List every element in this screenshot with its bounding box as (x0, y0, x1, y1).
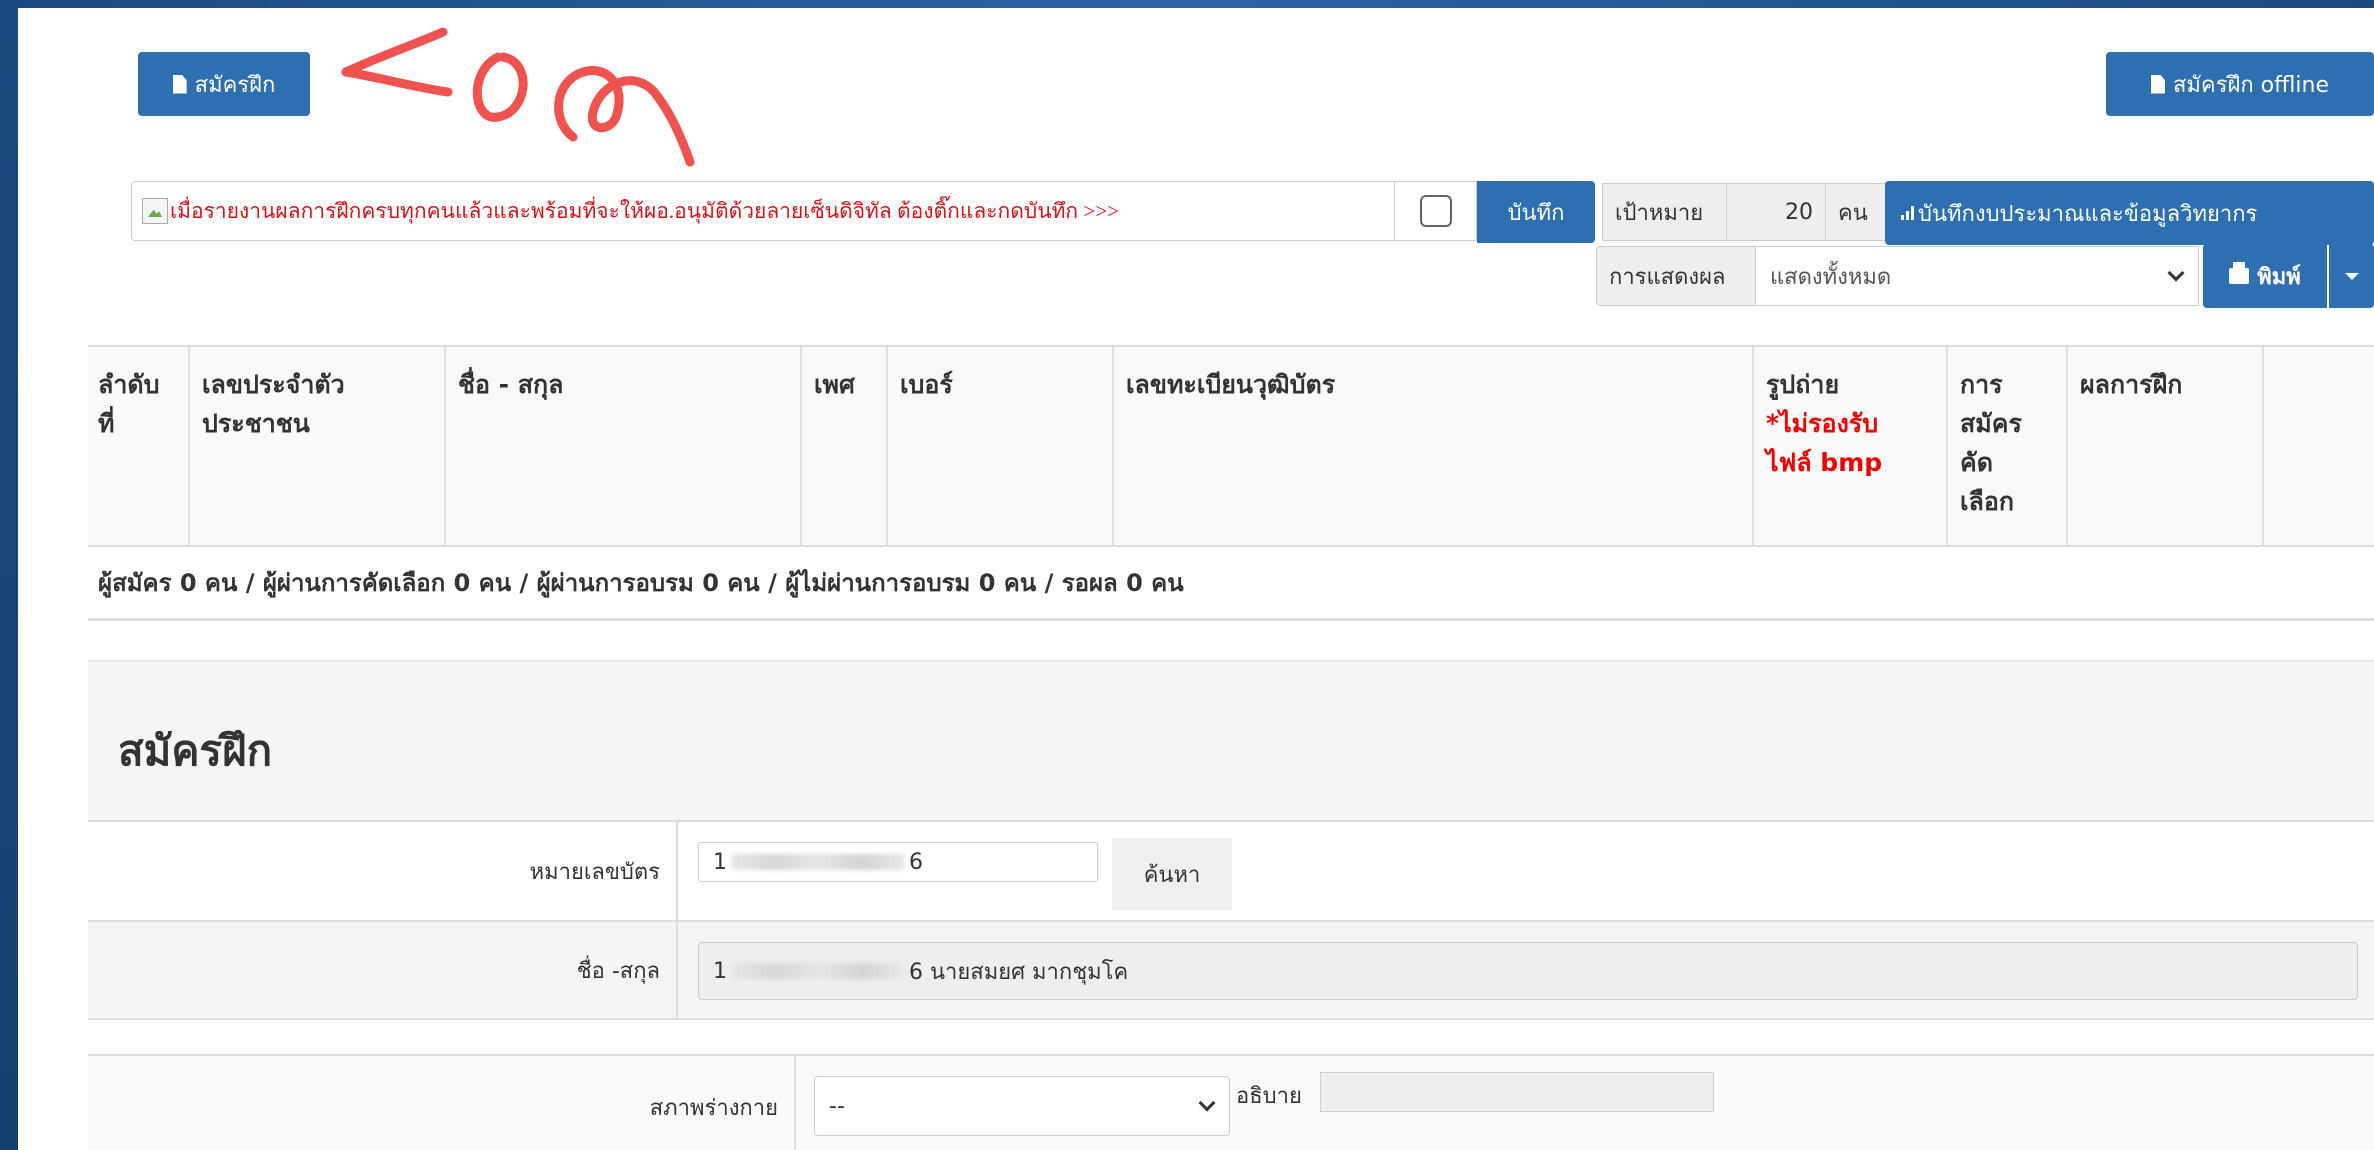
target-value-field[interactable]: 20 (1726, 183, 1826, 241)
main-page: สมัครฝึก สมัครฝึก offline เมื่อรายงานผลก… (18, 8, 2374, 1150)
register-button-label: สมัครฝึก (194, 72, 276, 98)
full-name-value: 6 นายสมยศ มากชุมโค (909, 959, 1129, 985)
register-button[interactable]: สมัครฝึก (138, 52, 310, 116)
search-button[interactable]: ค้นหา (1112, 838, 1232, 910)
approval-confirm-text-box: เมื่อรายงานผลการฝึกครบทุกคนแล้วและพร้อมท… (131, 181, 1395, 241)
display-select[interactable]: แสดงทั้งหมด (1755, 246, 2199, 306)
print-dropdown-toggle[interactable] (2329, 244, 2374, 308)
column-name: ชื่อ - สกุล (444, 347, 800, 545)
approval-checkbox-wrapper (1395, 181, 1477, 241)
column-gender: เพศ (800, 347, 886, 545)
column-phone: เบอร์ (886, 347, 1112, 545)
column-photo-note: *ไม่รองรับ ไฟล์ bmp (1766, 409, 1883, 477)
column-selection-label: การ สมัคร คัด เลือก (1960, 370, 2022, 516)
target-value: 20 (1785, 199, 1813, 225)
column-certificate: เลขทะเบียนวุฒิบัตร (1112, 347, 1752, 545)
full-name-label: ชื่อ -สกุล (88, 922, 678, 1018)
column-selection: การ สมัคร คัด เลือก (1946, 347, 2066, 545)
redacted-card-number (731, 854, 905, 870)
column-result: ผลการฝึก (2066, 347, 2262, 545)
display-label-text: การแสดงผล (1609, 264, 1726, 290)
column-photo-label: รูปถ่าย (1766, 370, 1840, 399)
left-frame-band (0, 0, 18, 1150)
column-citizen-id: เลขประจำตัว ประชาชน (188, 347, 444, 545)
full-name-row: ชื่อ -สกุล 1 6 นายสมยศ มากชุมโค (88, 922, 2374, 1020)
physical-condition-value: -- (829, 1093, 845, 1119)
print-button-label: พิมพ์ (2257, 264, 2301, 290)
redacted-id-number (731, 963, 905, 979)
top-frame-band (0, 0, 2374, 8)
display-label: การแสดงผล (1596, 246, 1756, 306)
register-offline-button-label: สมัครฝึก offline (2173, 72, 2329, 98)
physical-condition-select[interactable]: -- (814, 1076, 1230, 1136)
print-button[interactable]: พิมพ์ (2203, 244, 2327, 308)
printer-icon (2229, 262, 2250, 284)
column-actions (2262, 347, 2374, 545)
display-selected-value: แสดงทั้งหมด (1770, 264, 1892, 290)
explain-label: อธิบาย (1236, 1084, 1302, 1109)
column-photo: รูปถ่าย *ไม่รองรับ ไฟล์ bmp (1752, 347, 1946, 545)
budget-and-speaker-button[interactable]: บันทึกงบประมาณและข้อมูลวิทยากร (1885, 181, 2374, 245)
card-number-suffix: 6 (909, 849, 923, 875)
search-button-label: ค้นหา (1143, 862, 1201, 888)
approval-checkbox[interactable] (1419, 195, 1452, 227)
column-order: ลำดับ ที่ (98, 370, 160, 438)
bar-chart-icon (1901, 206, 1914, 220)
target-unit: คน (1825, 183, 1889, 241)
full-name-field: 1 6 นายสมยศ มากชุมโค (698, 942, 2358, 1000)
card-number-label: หมายเลขบัตร (88, 822, 678, 920)
card-number-prefix: 1 (713, 849, 727, 875)
card-number-row: หมายเลขบัตร 1 6 ค้นหา (88, 820, 2374, 922)
table-summary: ผู้สมัคร 0 คน / ผู้ผ่านการคัดเลือก 0 คน … (88, 547, 2374, 621)
physical-condition-label: สภาพร่างกาย (88, 1056, 796, 1150)
save-button-label: บันทึก (1507, 200, 1565, 226)
budget-button-label: บันทึกงบประมาณและข้อมูลวิทยากร (1918, 201, 2258, 227)
card-number-input[interactable]: 1 6 (698, 842, 1098, 882)
broken-image-icon (142, 198, 168, 224)
target-unit-text: คน (1838, 200, 1868, 226)
caret-down-icon (2344, 272, 2359, 280)
annotation-arrow-icon (341, 27, 695, 167)
trainee-table-header: ลำดับ ที่ เลขประจำตัว ประชาชน ชื่อ - สกุ… (88, 345, 2374, 547)
register-offline-button[interactable]: สมัครฝึก offline (2106, 52, 2374, 116)
save-button[interactable]: บันทึก (1477, 181, 1595, 243)
target-label: เป้าหมาย (1602, 183, 1727, 241)
full-name-prefix: 1 (713, 958, 727, 984)
chevron-down-icon (1198, 1094, 1216, 1112)
register-form-title: สมัครฝึก (118, 726, 273, 775)
explain-field (1320, 1072, 1714, 1112)
register-form-header: สมัครฝึก (88, 660, 2374, 820)
chevron-down-icon (2167, 264, 2185, 282)
approval-confirm-text: เมื่อรายงานผลการฝึกครบทุกคนแล้วและพร้อมท… (170, 198, 1119, 223)
target-label-text: เป้าหมาย (1615, 200, 1704, 226)
document-icon (2151, 74, 2165, 94)
document-icon (172, 74, 187, 94)
physical-condition-row: สภาพร่างกาย -- อธิบาย (88, 1054, 2374, 1150)
